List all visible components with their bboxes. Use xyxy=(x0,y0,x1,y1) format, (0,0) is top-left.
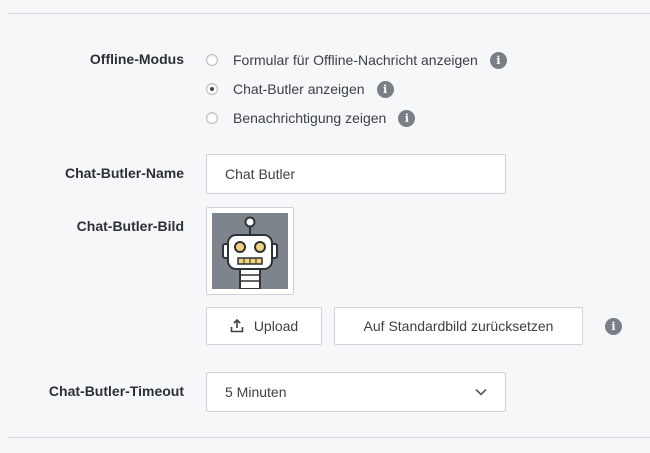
radio-form-label[interactable]: Formular für Offline-Nachricht anzeigen xyxy=(233,52,478,68)
upload-icon xyxy=(230,319,244,333)
radio-notification-label[interactable]: Benachrichtigung zeigen xyxy=(233,110,386,126)
butler-name-input[interactable] xyxy=(206,154,506,194)
offline-mode-label: Offline-Modus xyxy=(89,51,184,67)
info-icon[interactable]: i xyxy=(376,80,394,98)
top-divider xyxy=(8,13,650,14)
reset-image-button[interactable]: Auf Standardbild zurücksetzen xyxy=(334,307,583,345)
offline-option-form[interactable]: Formular für Offline-Nachricht anzeigen … xyxy=(206,50,507,70)
offline-option-butler[interactable]: Chat-Butler anzeigen i xyxy=(206,79,394,99)
radio-form[interactable] xyxy=(206,54,218,66)
robot-icon xyxy=(222,216,278,290)
butler-timeout-value: 5 Minuten xyxy=(225,384,287,400)
upload-button-label: Upload xyxy=(253,318,299,334)
butler-timeout-select[interactable]: 5 Minuten xyxy=(206,372,506,412)
info-icon[interactable]: i xyxy=(489,51,507,69)
butler-image-label: Chat-Butler-Bild xyxy=(76,218,184,234)
butler-avatar xyxy=(206,207,294,295)
radio-notification[interactable] xyxy=(206,112,218,124)
offline-option-notification[interactable]: Benachrichtigung zeigen i xyxy=(206,108,416,128)
chevron-down-icon xyxy=(475,388,487,396)
butler-name-label: Chat-Butler-Name xyxy=(64,165,184,181)
info-icon[interactable]: i xyxy=(398,109,416,127)
radio-butler-label[interactable]: Chat-Butler anzeigen xyxy=(233,81,365,97)
butler-timeout-label: Chat-Butler-Timeout xyxy=(48,383,184,399)
radio-butler[interactable] xyxy=(206,83,218,95)
robot-avatar xyxy=(212,213,288,290)
upload-button[interactable]: Upload xyxy=(206,307,322,345)
bottom-divider xyxy=(8,437,650,438)
info-icon[interactable]: i xyxy=(605,318,622,335)
reset-image-button-label: Auf Standardbild zurücksetzen xyxy=(363,318,554,334)
